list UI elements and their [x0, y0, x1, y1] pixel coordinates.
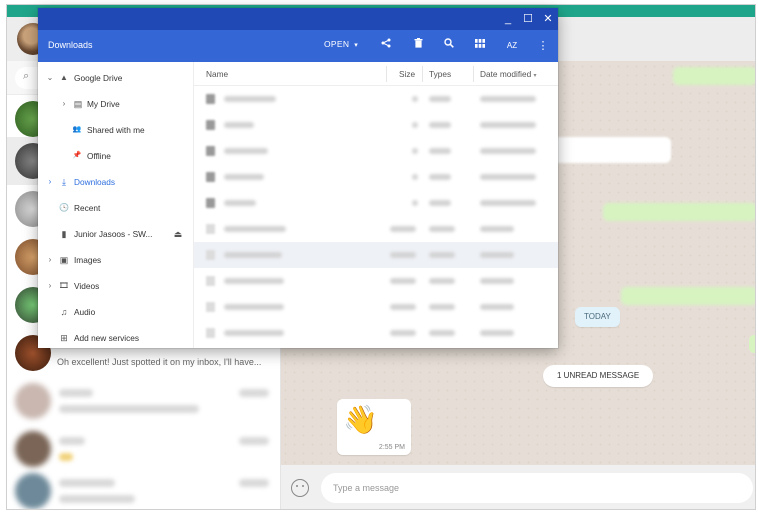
nav-label: My Drive: [87, 99, 120, 109]
chevron-right-icon[interactable]: ›: [46, 170, 54, 194]
desktop: ⌕ Oh excellent! Just spotted it on my in…: [0, 0, 758, 516]
eject-icon[interactable]: ⏏: [172, 222, 184, 246]
search-icon[interactable]: [441, 38, 457, 54]
sort-icon[interactable]: AZ: [504, 38, 520, 54]
usb-drive-icon: ▮: [61, 229, 67, 239]
file-row[interactable]: [194, 190, 558, 216]
file-row[interactable]: [194, 86, 558, 112]
nav-item-offline[interactable]: 📌 Offline: [38, 144, 194, 168]
window-titlebar[interactable]: _ ☐ ✕: [38, 8, 558, 30]
waving-hand-emoji: 👋: [343, 404, 378, 435]
nav-label: Shared with me: [87, 125, 145, 135]
nav-item-downloads[interactable]: › ⤓ Downloads: [38, 170, 194, 194]
files-app-window: _ ☐ ✕ Downloads OPEN ▾ AZ ⋮ ⌄ ▲ Google D…: [38, 8, 558, 348]
nav-item-my-drive[interactable]: › ▤ My Drive: [38, 92, 194, 116]
column-header-types[interactable]: Types: [429, 62, 451, 86]
open-label: OPEN: [324, 39, 350, 49]
chevron-down-icon[interactable]: ⌄: [46, 66, 54, 90]
nav-label: Add new services: [74, 333, 140, 343]
chevron-right-icon[interactable]: ›: [46, 274, 54, 298]
nav-item-add-new-services[interactable]: ⊞ Add new services: [38, 326, 194, 348]
avatar: [15, 383, 51, 419]
nav-label: Images: [74, 255, 102, 265]
column-label: Date modified: [480, 69, 532, 79]
nav-item-images[interactable]: › ▣ Images: [38, 248, 194, 272]
nav-label: Recent: [74, 203, 101, 213]
column-header-date-modified[interactable]: Date modified ▾: [480, 62, 537, 86]
open-button[interactable]: OPEN ▾: [324, 39, 358, 49]
nav-label: Google Drive: [74, 73, 123, 83]
nav-item-usb-drive[interactable]: ▮ Junior Jasoos - SW... ⏏: [38, 222, 194, 246]
avatar: [15, 473, 51, 509]
chat-list-item[interactable]: [7, 425, 281, 473]
day-separator: TODAY: [575, 307, 620, 327]
nav-label: Audio: [74, 307, 96, 317]
avatar: [15, 431, 51, 467]
file-row[interactable]: [194, 216, 558, 242]
nav-label: Junior Jasoos - SW...: [74, 229, 153, 239]
grid-view-icon[interactable]: [472, 38, 488, 54]
file-row[interactable]: [194, 164, 558, 190]
my-drive-icon: ▤: [73, 99, 83, 109]
file-row[interactable]: [194, 268, 558, 294]
files-toolbar: Downloads OPEN ▾ AZ ⋮: [38, 30, 558, 62]
unread-messages-badge: 1 UNREAD MESSAGE: [543, 365, 654, 387]
download-icon: ⤓: [62, 177, 66, 187]
chevron-down-icon: ▾: [354, 42, 359, 49]
chat-last-message: Oh excellent! Just spotted it on my inbo…: [57, 357, 262, 367]
nav-item-google-drive[interactable]: ⌄ ▲ Google Drive: [38, 66, 194, 90]
nav-item-shared-with-me[interactable]: 👥 Shared with me: [38, 118, 194, 142]
pin-icon: 📌: [72, 152, 82, 159]
nav-label: Offline: [87, 151, 111, 161]
audio-icon: ♫: [60, 307, 68, 317]
file-row[interactable]: [194, 138, 558, 164]
file-row[interactable]: [194, 112, 558, 138]
column-header-name[interactable]: Name: [206, 62, 228, 86]
chevron-right-icon[interactable]: ›: [46, 248, 54, 272]
more-vert-icon[interactable]: ⋮: [535, 38, 551, 54]
emoji-icon[interactable]: [291, 479, 309, 497]
files-nav-tree: ⌄ ▲ Google Drive › ▤ My Drive 👥 Shared w…: [38, 62, 194, 348]
delete-icon[interactable]: [410, 38, 426, 54]
video-icon: 🎞: [58, 281, 70, 290]
add-box-icon: ⊞: [60, 333, 68, 343]
file-row[interactable]: [194, 320, 558, 346]
file-row[interactable]: [194, 294, 558, 320]
nav-item-videos[interactable]: › 🎞 Videos: [38, 274, 194, 298]
share-icon[interactable]: [378, 38, 394, 54]
clock-icon: 🕓: [59, 203, 69, 212]
nav-item-recent[interactable]: 🕓 Recent: [38, 196, 194, 220]
column-header-size[interactable]: Size: [399, 62, 415, 86]
file-list-header: Name Size Types Date modified ▾: [194, 62, 558, 86]
close-icon[interactable]: ✕: [540, 11, 556, 27]
nav-label: Videos: [74, 281, 100, 291]
message-timestamp: 2:55 PM: [378, 444, 405, 451]
minimize-icon[interactable]: _: [500, 11, 516, 27]
file-row-selected[interactable]: [194, 242, 558, 268]
message-input[interactable]: [321, 473, 753, 503]
image-icon: ▣: [59, 255, 69, 265]
chat-list-item[interactable]: [7, 377, 281, 425]
google-drive-icon: ▲: [60, 73, 68, 82]
nav-label: Downloads: [74, 177, 116, 187]
file-list: Name Size Types Date modified ▾: [194, 62, 558, 348]
chat-list-item[interactable]: [7, 467, 281, 509]
current-folder-title: Downloads: [48, 40, 93, 50]
sort-direction-icon: ▾: [533, 73, 537, 79]
nav-item-audio[interactable]: ♫ Audio: [38, 300, 194, 324]
incoming-message[interactable]: 👋 2:55 PM: [337, 399, 411, 455]
message-composer: [281, 465, 755, 509]
chevron-right-icon[interactable]: ›: [60, 92, 68, 116]
search-icon: ⌕: [23, 70, 30, 82]
shared-icon: 👥: [72, 126, 82, 133]
maximize-icon[interactable]: ☐: [520, 11, 536, 27]
